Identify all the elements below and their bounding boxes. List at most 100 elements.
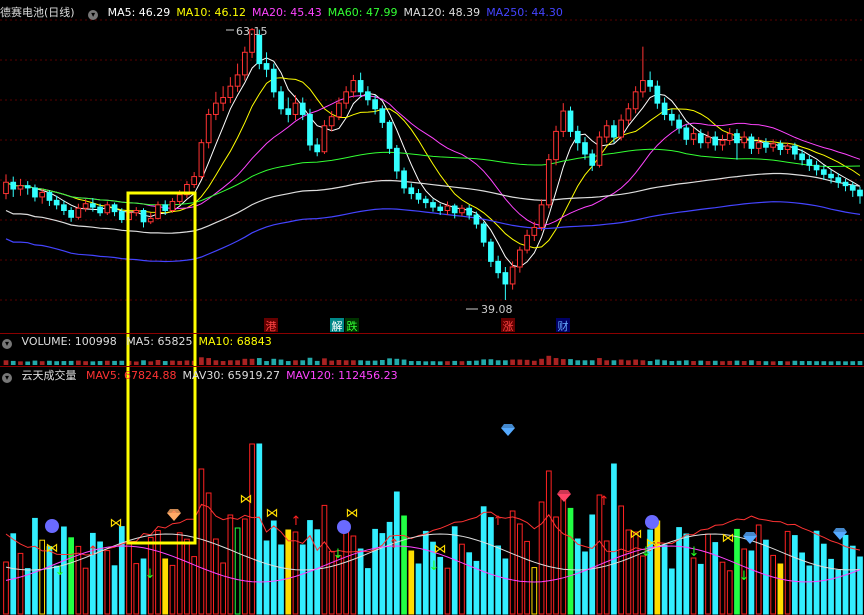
- indicator-bar: [488, 517, 494, 615]
- volume-bar: [560, 359, 566, 365]
- candle-body: [545, 159, 552, 206]
- volume-bar: [329, 360, 335, 365]
- volume-bar: [618, 359, 624, 365]
- volume-label: VOLUME: 100998: [21, 335, 117, 348]
- volume-bar: [76, 360, 81, 365]
- volume-header: ▾ VOLUME: 100998 MA5: 65825 MA10: 68843: [0, 334, 278, 350]
- indicator-bar: [632, 531, 639, 615]
- candle-body: [777, 143, 784, 150]
- volume-bar: [401, 359, 407, 365]
- volume-bar: [785, 361, 790, 365]
- candle-body: [509, 266, 516, 285]
- indicator-bar: [574, 538, 581, 615]
- sad-face-icon: [645, 515, 659, 529]
- butterfly-icon: ⋈: [46, 541, 59, 556]
- candle-body: [198, 142, 205, 178]
- volume-bar: [806, 361, 812, 365]
- candle-body: [314, 144, 321, 153]
- indicator-bar: [538, 501, 545, 615]
- indicator-bar: [611, 463, 617, 615]
- collapse-icon[interactable]: ▾: [2, 339, 12, 349]
- candle-body: [459, 207, 465, 214]
- candle-body: [343, 91, 350, 104]
- indicator-bar: [466, 552, 473, 615]
- volume-bar: [18, 361, 23, 365]
- candle-body: [451, 205, 458, 214]
- volume-bar: [662, 360, 667, 365]
- volume-bar: [647, 361, 653, 365]
- volume-bar: [32, 360, 38, 365]
- indicator-value: MA120: 48.39: [403, 6, 481, 19]
- indicator-bar: [32, 517, 38, 615]
- candle-body: [401, 170, 407, 189]
- volume-bar: [112, 360, 117, 365]
- candle-body: [473, 214, 480, 225]
- candle-body: [741, 136, 748, 144]
- candle-body: [488, 241, 494, 262]
- volume-bar: [698, 360, 704, 365]
- indicator-bar: [451, 526, 458, 615]
- volume-bar: [61, 361, 67, 365]
- volume-bar: [90, 361, 96, 365]
- candle-body: [857, 189, 863, 197]
- indicator-bar: [401, 515, 407, 615]
- indicator-bar: [712, 542, 719, 615]
- collapse-icon[interactable]: ▾: [88, 10, 99, 20]
- volume-bar: [459, 361, 465, 365]
- event-label: 财: [558, 319, 569, 333]
- indicator-bar: [263, 540, 270, 615]
- butterfly-icon: ⋈: [722, 531, 735, 546]
- candle-body: [53, 199, 60, 206]
- diamond-icon: [557, 494, 571, 502]
- indicator-bar: [582, 551, 588, 615]
- volume-bar: [184, 360, 190, 365]
- volume-bar: [633, 359, 638, 365]
- candle-body: [582, 142, 588, 155]
- volume-bar: [430, 361, 436, 365]
- indicator-bar: [256, 443, 263, 615]
- event-label: 解: [332, 319, 343, 333]
- volume-bar: [141, 360, 146, 365]
- volume-bar: [416, 361, 421, 365]
- indicator-bar: [589, 514, 596, 615]
- volume-bar: [669, 361, 675, 365]
- indicator-bar: [10, 533, 17, 615]
- sad-face-icon: [45, 519, 59, 533]
- indicator-bar: [415, 563, 422, 615]
- down-arrow-icon: ↓: [429, 559, 440, 574]
- volume-bars: [3, 355, 863, 365]
- volume-bar: [133, 361, 139, 365]
- candle-body: [531, 226, 538, 236]
- candle-body: [712, 136, 719, 146]
- volume-bar: [249, 358, 255, 365]
- indicator-bar: [118, 526, 125, 615]
- indicator-bar: [524, 540, 530, 615]
- event-label: 涨: [503, 320, 514, 333]
- indicator-bar: [104, 550, 111, 615]
- indicator-bar: [299, 544, 306, 615]
- indicator-bar: [509, 510, 516, 615]
- indicator-value: MAV30: 65919.27: [182, 369, 281, 382]
- indicator-bar: [249, 443, 255, 615]
- volume-bar: [474, 360, 479, 365]
- volume-bar: [705, 361, 711, 365]
- indicator-bar: [603, 540, 610, 615]
- collapse-icon[interactable]: ▾: [2, 373, 12, 383]
- up-arrow-icon: ↑: [291, 514, 302, 529]
- candle-body: [357, 80, 364, 93]
- candle-body: [705, 136, 711, 144]
- diamond-icon: [557, 490, 571, 494]
- indicator-value: MA60: 47.99: [327, 6, 398, 19]
- volume-bar: [264, 361, 269, 365]
- price-header: 德赛电池(日线) ▾ MA5: 46.29 MA10: 46.12 MA20: 45…: [0, 5, 569, 21]
- candle-body: [68, 210, 74, 218]
- diamond-icon: [743, 536, 757, 544]
- indicator-bar: [126, 541, 132, 615]
- indicator-bar: [393, 491, 400, 615]
- volume-bar: [437, 361, 443, 365]
- candle-body: [849, 185, 856, 191]
- volume-bar: [640, 360, 646, 365]
- candle-body: [480, 223, 487, 243]
- indicator-bar: [357, 548, 364, 615]
- candle-body: [466, 207, 473, 216]
